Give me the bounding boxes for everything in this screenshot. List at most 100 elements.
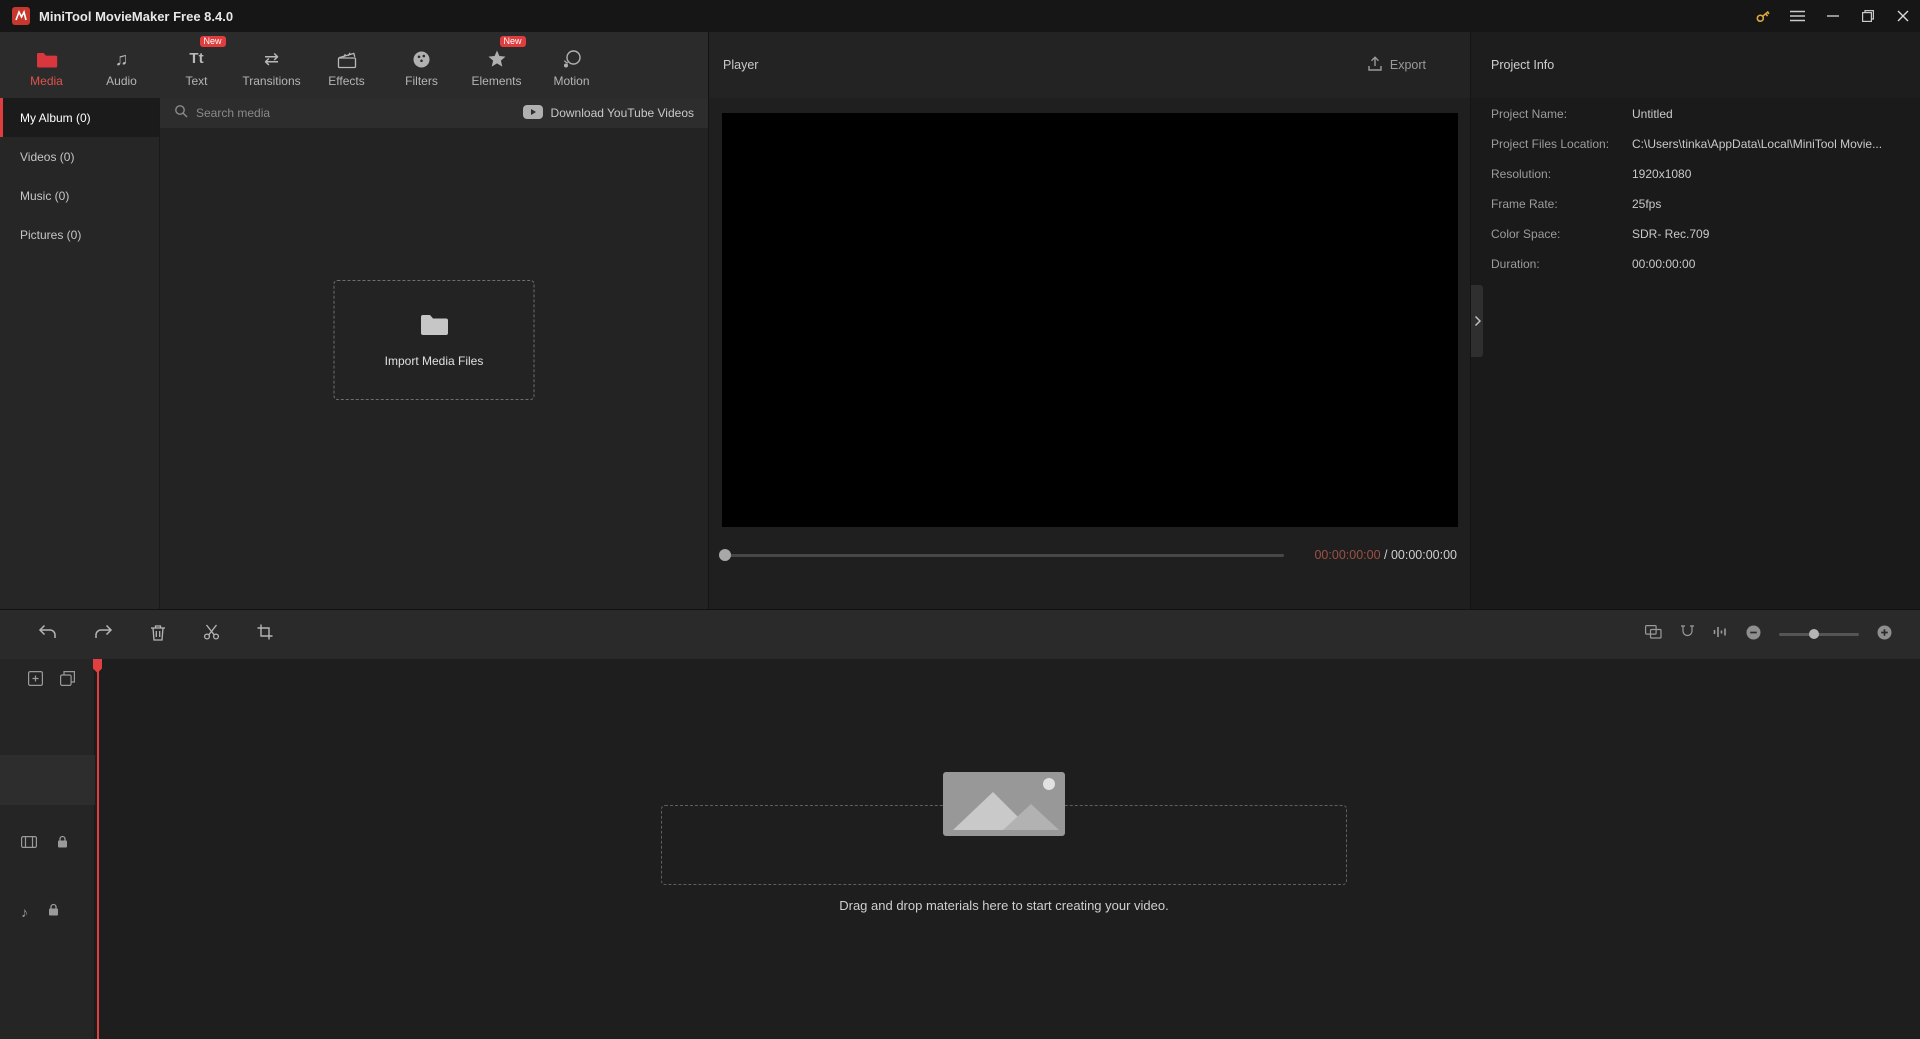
total-time: 00:00:00:00 <box>1390 548 1457 562</box>
minimize-button[interactable] <box>1815 0 1850 32</box>
thumbnail-view-icon[interactable] <box>1645 625 1662 644</box>
row-label: Color Space: <box>1491 227 1561 241</box>
sidebar-item-pictures[interactable]: Pictures (0) <box>0 215 159 254</box>
project-info-row: Duration: 00:00:00:00 <box>1471 249 1920 279</box>
tab-label: Effects <box>328 73 365 88</box>
track-column-buttons <box>28 671 75 691</box>
delete-icon[interactable] <box>150 624 166 646</box>
lock-icon[interactable] <box>48 903 59 921</box>
project-info-row: Resolution: 1920x1080 <box>1471 159 1920 189</box>
app-window: MiniTool MovieMaker Free 8.4.0 Media ♫ A… <box>0 0 1920 1039</box>
manage-tracks-icon[interactable] <box>60 671 75 691</box>
timeline-toolbar <box>0 609 1920 659</box>
project-info-row: Project Name: Untitled <box>1471 99 1920 129</box>
time-separator: / <box>1380 548 1391 562</box>
tab-label: Text <box>185 73 208 88</box>
register-key-icon[interactable] <box>1745 0 1780 32</box>
row-value: 25fps <box>1632 197 1662 211</box>
menu-icon[interactable] <box>1780 0 1815 32</box>
zoom-out-icon[interactable] <box>1746 625 1761 645</box>
row-label: Duration: <box>1491 257 1540 271</box>
split-scissors-icon[interactable] <box>203 624 220 645</box>
window-title: MiniTool MovieMaker Free 8.4.0 <box>39 8 234 24</box>
undo-icon[interactable] <box>38 624 57 645</box>
timeline-view-tools <box>1645 625 1920 645</box>
export-button[interactable]: Export <box>1367 55 1426 75</box>
tab-label: Elements <box>471 73 522 88</box>
seek-handle[interactable] <box>719 549 731 561</box>
project-info-title: Project Info <box>1491 58 1555 72</box>
tab-elements[interactable]: New Elements <box>459 32 534 98</box>
collapse-panel-handle[interactable] <box>1471 285 1483 357</box>
export-label: Export <box>1389 58 1426 72</box>
audio-track-controls: ♪ <box>21 903 59 921</box>
video-clip-icon[interactable] <box>21 835 38 853</box>
star-icon <box>487 47 507 69</box>
export-icon <box>1367 55 1383 75</box>
timeline[interactable]: ♪ Drag and drop materials here to start … <box>0 659 1920 1039</box>
timeline-zoom-slider[interactable] <box>1779 629 1859 639</box>
player-panel: 00:00:00:00 / 00:00:00:00 16:9 <box>708 98 1470 699</box>
search-input[interactable] <box>196 106 396 120</box>
image-placeholder-icon <box>943 772 1065 841</box>
music-note-icon[interactable]: ♪ <box>21 905 28 919</box>
tab-effects[interactable]: Effects <box>309 32 384 98</box>
row-label: Project Name: <box>1491 107 1568 121</box>
tab-label: Audio <box>106 73 137 88</box>
project-info-row: Project Files Location: C:\Users\tinka\A… <box>1471 129 1920 159</box>
search-icon <box>174 104 188 123</box>
media-library-panel: Download YouTube Videos Import Media Fil… <box>159 98 708 609</box>
row-value: 00:00:00:00 <box>1632 257 1696 271</box>
tab-motion[interactable]: Motion <box>534 32 609 98</box>
current-time: 00:00:00:00 <box>1314 548 1381 562</box>
playhead-line[interactable] <box>97 659 99 1039</box>
player-title: Player <box>723 58 759 72</box>
sidebar-item-videos[interactable]: Videos (0) <box>0 137 159 176</box>
sidebar-item-music[interactable]: Music (0) <box>0 176 159 215</box>
chevron-right-icon <box>1474 315 1481 327</box>
music-note-icon: ♫ <box>114 48 129 69</box>
tab-media[interactable]: Media <box>9 32 84 98</box>
row-value: 1920x1080 <box>1632 167 1692 181</box>
import-media-files-button[interactable]: Import Media Files <box>333 280 535 400</box>
row-value: SDR- Rec.709 <box>1632 227 1710 241</box>
close-button[interactable] <box>1885 0 1920 32</box>
row-value: C:\Users\tinka\AppData\Local\MiniTool Mo… <box>1632 137 1883 151</box>
track-header-column: ♪ <box>0 659 95 1039</box>
project-info-panel: Project Name: Untitled Project Files Loc… <box>1470 98 1920 609</box>
maximize-button[interactable] <box>1850 0 1885 32</box>
tab-filters[interactable]: Filters <box>384 32 459 98</box>
crop-icon[interactable] <box>257 624 273 645</box>
drop-hint-text: Drag and drop materials here to start cr… <box>839 898 1169 913</box>
library-sidebar: My Album (0) Videos (0) Music (0) Pictur… <box>0 98 159 609</box>
sidebar-item-my-album[interactable]: My Album (0) <box>0 98 159 137</box>
import-media-label: Import Media Files <box>384 353 484 368</box>
seek-bar[interactable] <box>722 554 1284 557</box>
clapperboard-icon <box>337 47 357 69</box>
download-youtube-label: Download YouTube Videos <box>550 106 694 120</box>
add-to-track-icon[interactable] <box>28 671 44 691</box>
zoom-slider-handle[interactable] <box>1809 629 1819 639</box>
tab-audio[interactable]: ♫ Audio <box>84 32 159 98</box>
tab-text[interactable]: New Tt Text <box>159 32 234 98</box>
waveform-view-icon[interactable] <box>1713 625 1728 644</box>
tab-label: Filters <box>405 73 438 88</box>
top-band: Media ♫ Audio New Tt Text ⇄ Transitions … <box>0 32 1920 98</box>
overlay-track-row <box>0 755 95 805</box>
time-display: 00:00:00:00 / 00:00:00:00 <box>1314 548 1457 562</box>
redo-icon[interactable] <box>94 624 113 645</box>
lock-icon[interactable] <box>57 835 68 853</box>
folder-icon <box>36 47 58 69</box>
tab-transitions[interactable]: ⇄ Transitions <box>234 32 309 98</box>
transitions-arrows-icon: ⇄ <box>263 48 280 69</box>
video-track-controls <box>21 835 68 853</box>
zoom-in-icon[interactable] <box>1877 625 1892 645</box>
row-label: Frame Rate: <box>1491 197 1558 211</box>
filter-ball-icon <box>412 47 431 69</box>
edit-tools <box>0 624 273 646</box>
download-youtube-button[interactable]: Download YouTube Videos <box>522 104 694 122</box>
video-preview <box>722 113 1458 527</box>
row-label: Project Files Location: <box>1491 137 1610 151</box>
snap-icon[interactable] <box>1680 625 1695 644</box>
youtube-icon <box>522 104 543 122</box>
